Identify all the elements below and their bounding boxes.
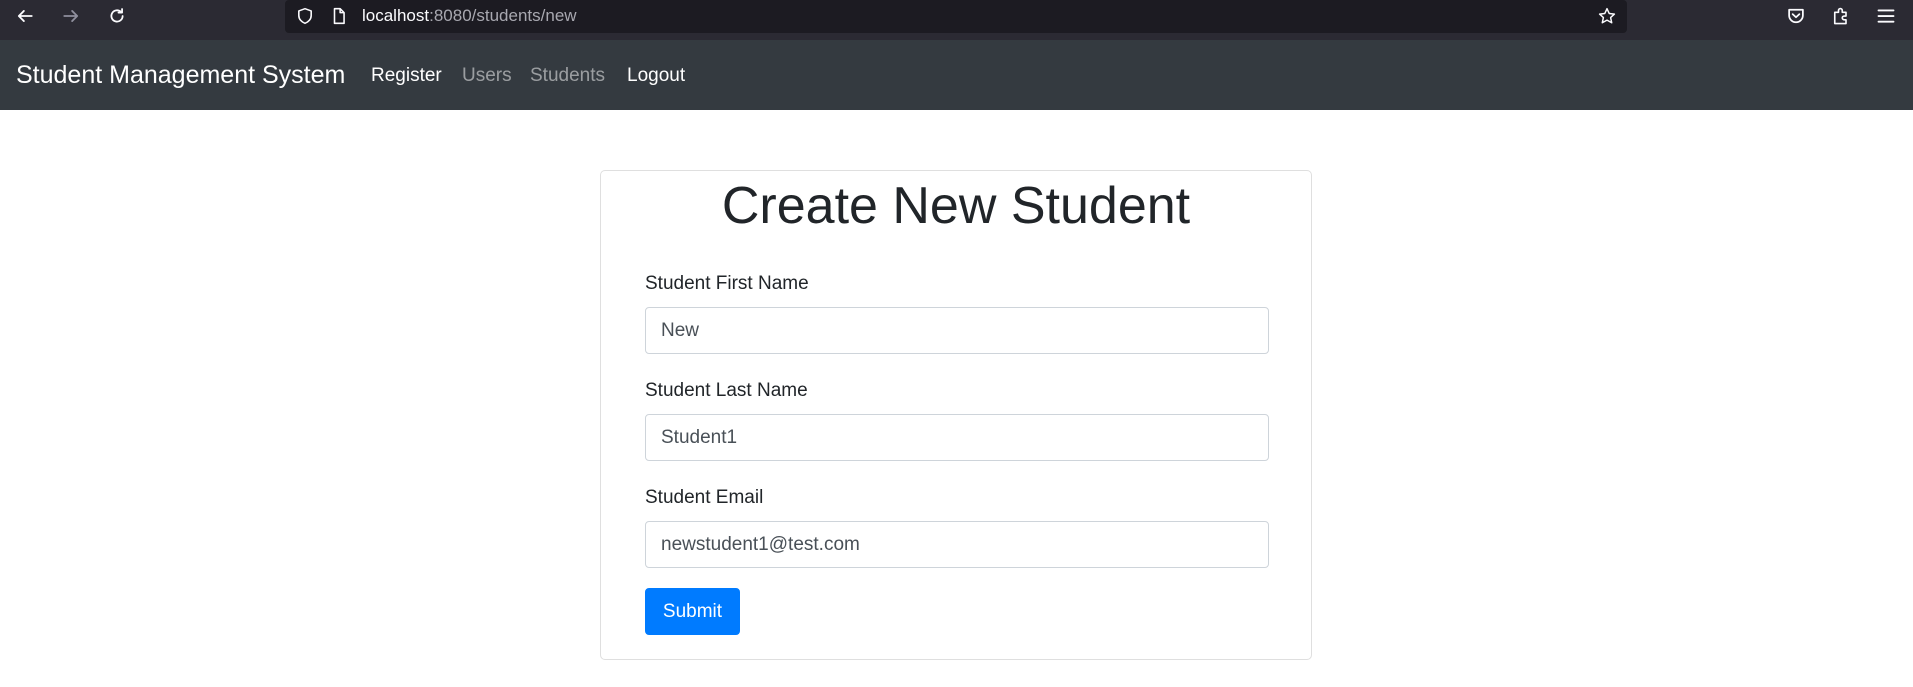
email-input[interactable] bbox=[645, 521, 1269, 568]
reload-icon[interactable] bbox=[103, 2, 131, 30]
browser-toolbar: localhost:8080/students/new bbox=[0, 0, 1913, 40]
star-icon[interactable] bbox=[1596, 5, 1618, 27]
pocket-icon[interactable] bbox=[1782, 2, 1810, 30]
nav-link-students[interactable]: Students bbox=[530, 64, 605, 88]
first-name-input[interactable] bbox=[645, 307, 1269, 354]
nav-link-users[interactable]: Users bbox=[462, 64, 512, 88]
last-name-input[interactable] bbox=[645, 414, 1269, 461]
url-host: localhost bbox=[362, 6, 430, 25]
first-name-label: Student First Name bbox=[645, 273, 809, 294]
menu-icon[interactable] bbox=[1872, 2, 1900, 30]
url-text[interactable]: localhost:8080/students/new bbox=[362, 6, 577, 26]
nav-link-logout[interactable]: Logout bbox=[627, 64, 685, 88]
page-icon[interactable] bbox=[328, 5, 350, 27]
nav-link-register[interactable]: Register bbox=[371, 64, 442, 88]
extensions-icon[interactable] bbox=[1827, 2, 1855, 30]
navbar-brand[interactable]: Student Management System bbox=[16, 60, 345, 90]
submit-button[interactable]: Submit bbox=[645, 588, 740, 635]
page-title: Create New Student bbox=[721, 177, 1191, 235]
create-student-card: Create New Student Student First Name St… bbox=[600, 170, 1312, 660]
url-path: :8080/students/new bbox=[429, 6, 577, 25]
email-label: Student Email bbox=[645, 487, 764, 508]
forward-icon[interactable] bbox=[57, 2, 85, 30]
back-icon[interactable] bbox=[11, 2, 39, 30]
last-name-label: Student Last Name bbox=[645, 380, 808, 401]
url-bar[interactable]: localhost:8080/students/new bbox=[285, 0, 1627, 33]
site-navbar: Student Management System Register Users… bbox=[0, 40, 1913, 110]
shield-icon[interactable] bbox=[294, 5, 316, 27]
